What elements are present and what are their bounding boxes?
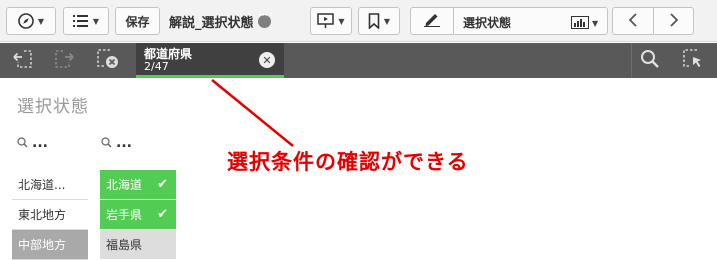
- list-item-label: 岩手県: [106, 208, 143, 222]
- selection-count: 2/47: [144, 60, 169, 73]
- selection-tool-icon: [683, 49, 703, 73]
- sheet-menu[interactable]: ▼: [571, 14, 598, 33]
- clear-selection-icon[interactable]: ✕: [259, 52, 275, 68]
- bookmark-icon: [368, 13, 380, 29]
- sheet-navigation: [612, 7, 694, 35]
- edit-button[interactable]: [411, 8, 454, 34]
- present-button[interactable]: ▼: [310, 7, 352, 35]
- chart-sheet-icon: [571, 14, 589, 33]
- selection-chip-prefecture[interactable]: 都道府県 2/47 ✕: [136, 43, 284, 78]
- caret-down-icon: ▼: [37, 16, 45, 26]
- list-item-label: 福島県: [106, 238, 143, 252]
- caret-down-icon: ▼: [92, 16, 100, 26]
- compass-icon: [18, 13, 34, 29]
- selections-bar: 都道府県 2/47 ✕: [0, 43, 717, 78]
- more-icon[interactable]: [257, 10, 271, 28]
- list-item-selected[interactable]: 北海道 ✔: [100, 170, 176, 200]
- caret-down-icon: ▼: [338, 16, 345, 26]
- selection-tool-button[interactable]: [683, 49, 703, 73]
- pencil-icon: [423, 11, 441, 31]
- step-back-button[interactable]: [12, 50, 32, 72]
- sheet-name: 選択状態: [463, 16, 512, 30]
- region-listbox: 北海道... 東北地方 中部地方: [12, 170, 88, 260]
- list-item[interactable]: 東北地方: [12, 200, 88, 230]
- step-forward-button[interactable]: [55, 50, 75, 72]
- app-title-text: 解説_選択状態: [169, 16, 254, 31]
- step-forward-icon: [55, 50, 75, 72]
- save-button[interactable]: 保存: [115, 7, 160, 35]
- prefecture-search[interactable]: ...: [101, 134, 132, 151]
- search-placeholder: ...: [32, 134, 48, 151]
- check-icon: ✔: [157, 207, 168, 222]
- list-icon: [72, 14, 89, 28]
- search-placeholder: ...: [116, 134, 132, 151]
- prefecture-listbox: 北海道 ✔ 岩手県 ✔ 福島県: [100, 170, 176, 260]
- chevron-right-icon: [669, 12, 679, 31]
- annotation-text: 選択条件の確認ができる: [227, 150, 469, 174]
- list-item-label: 北海道: [106, 178, 143, 192]
- search-icon: [101, 137, 112, 148]
- clear-selections-icon: [97, 49, 119, 73]
- top-toolbar: ▼ ▼ 保存 解説_選択状態 ▼ ▼ 選択状態 ▼: [0, 0, 717, 42]
- app-title: 解説_選択状態: [169, 10, 271, 31]
- next-sheet-button[interactable]: [654, 8, 694, 34]
- navigation-menu-button[interactable]: ▼: [6, 7, 56, 35]
- list-menu-button[interactable]: ▼: [63, 7, 109, 35]
- divider: [631, 43, 632, 78]
- present-icon: [317, 13, 335, 29]
- caret-down-icon: ▼: [383, 16, 391, 26]
- region-search[interactable]: ...: [17, 134, 48, 151]
- step-back-icon: [12, 50, 32, 72]
- clear-all-button[interactable]: [97, 49, 119, 73]
- chevron-left-icon: [628, 12, 638, 31]
- caret-down-icon: ▼: [592, 19, 599, 28]
- search-icon: [17, 137, 28, 148]
- check-icon: ✔: [157, 177, 168, 192]
- sheet-title: 選択状態: [17, 97, 89, 117]
- list-item-selected[interactable]: 岩手県 ✔: [100, 200, 176, 230]
- bookmark-button[interactable]: ▼: [358, 7, 400, 35]
- search-icon: [640, 49, 660, 73]
- search-selections-button[interactable]: [640, 49, 660, 73]
- list-item[interactable]: 北海道...: [12, 170, 88, 200]
- previous-sheet-button[interactable]: [613, 8, 654, 34]
- sheet-selector[interactable]: 選択状態 ▼: [410, 7, 608, 35]
